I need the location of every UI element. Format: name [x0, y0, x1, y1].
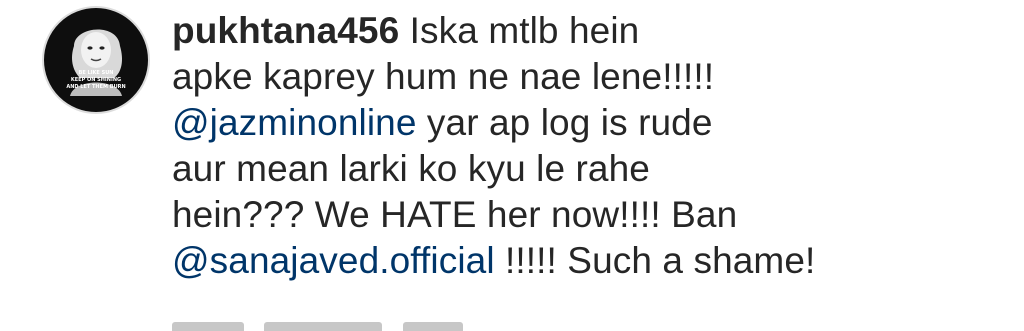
comment-line: pukhtana456 Iska mtlb hein	[172, 8, 1012, 54]
comment-text-segment: aur mean larki ko kyu le rahe	[172, 148, 650, 189]
comment-actions-row	[172, 322, 592, 331]
actions-placeholder	[264, 322, 383, 331]
mention-link[interactable]: @jazminonline	[172, 102, 417, 143]
comment-line: aur mean larki ko kyu le rahe	[172, 146, 1012, 192]
comment-text: pukhtana456 Iska mtlb hein apke kaprey h…	[172, 8, 1012, 284]
comment-item: BE LIKE SUN KEEP ON SHINING AND LET THEM…	[0, 0, 1024, 331]
comment-text-segment: hein??? We HATE her now!!!! Ban	[172, 194, 738, 235]
comment-text-segment: Iska mtlb hein	[399, 10, 640, 51]
svg-text:KEEP ON SHINING: KEEP ON SHINING	[71, 77, 121, 83]
comment-line: apke kaprey hum ne nae lene!!!!!	[172, 54, 1012, 100]
svg-text:BE LIKE SUN: BE LIKE SUN	[79, 70, 114, 76]
actions-placeholder	[402, 322, 463, 331]
mention-link[interactable]: @sanajaved.official	[172, 240, 495, 281]
comment-line: hein??? We HATE her now!!!! Ban	[172, 192, 1012, 238]
comment-text-segment: yar ap log is rude	[416, 102, 713, 143]
comment-text-segment: !!!!! Such a shame!	[494, 240, 816, 281]
svg-text:AND LET THEM BURN: AND LET THEM BURN	[66, 84, 125, 90]
username-link[interactable]: pukhtana456	[172, 10, 399, 51]
comment-line: @sanajaved.official !!!!! Such a shame!	[172, 238, 1012, 284]
actions-placeholder	[172, 322, 244, 331]
profile-photo-icon: BE LIKE SUN KEEP ON SHINING AND LET THEM…	[66, 29, 126, 96]
user-avatar[interactable]: BE LIKE SUN KEEP ON SHINING AND LET THEM…	[42, 6, 150, 114]
comment-line: @jazminonline yar ap log is rude	[172, 100, 1012, 146]
comment-text-segment: apke kaprey hum ne nae lene!!!!!	[172, 56, 715, 97]
